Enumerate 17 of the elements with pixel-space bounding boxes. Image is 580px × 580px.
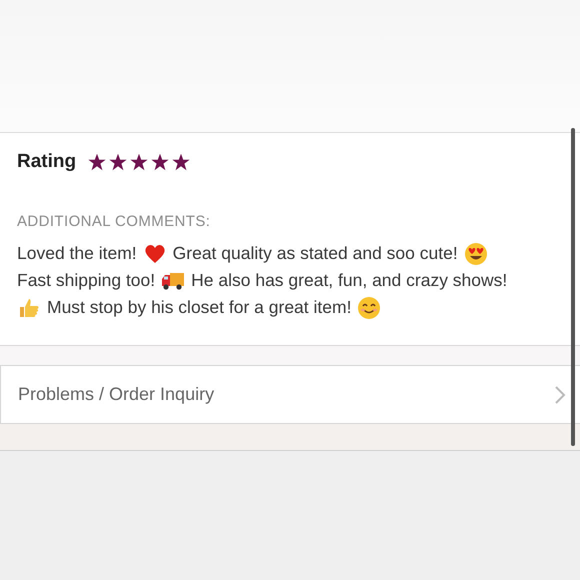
heart-eyes-face-icon (464, 242, 488, 266)
comment-text: Must stop by his closet for a great item! (47, 296, 352, 319)
scrollbar[interactable] (571, 128, 575, 446)
star-icon (109, 153, 128, 171)
comment-text: Fast shipping too! (17, 269, 156, 292)
order-inquiry-button[interactable]: Problems / Order Inquiry (0, 365, 580, 424)
smiling-face-icon (357, 296, 382, 320)
rating-label: Rating (17, 151, 76, 173)
comments-heading: ADDITIONAL COMMENTS: (17, 213, 212, 230)
chevron-icon (554, 384, 566, 404)
comment-text: Loved the item! (17, 242, 137, 265)
comment-text: He also has great, fun, and crazy shows! (191, 269, 508, 292)
star-icon (151, 153, 170, 171)
comment-text: Great quality as stated and soo cute! (172, 242, 458, 265)
star-icon (172, 153, 190, 171)
star-icon (88, 153, 106, 171)
star-icon (130, 153, 148, 171)
